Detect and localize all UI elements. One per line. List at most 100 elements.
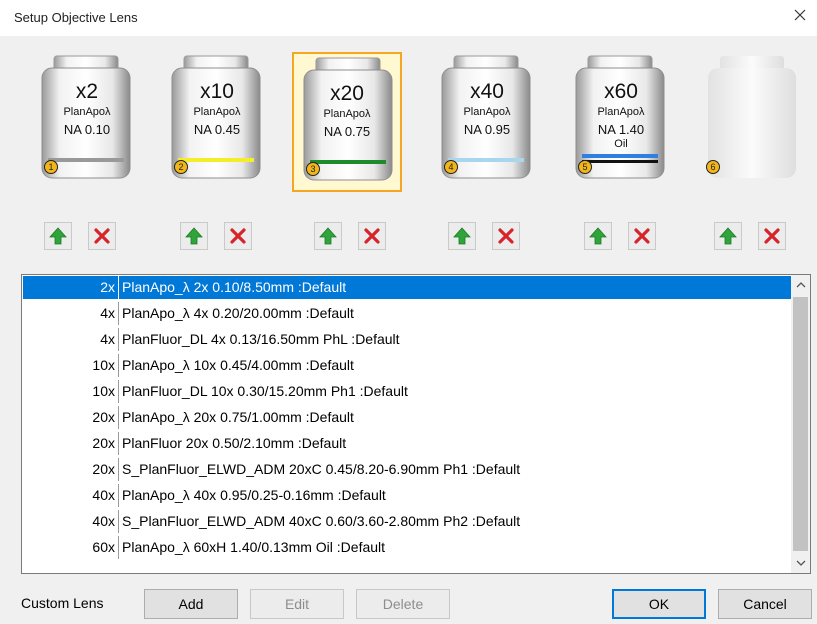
- lens-magnification: x10: [200, 80, 234, 103]
- green-up-arrow-icon: [185, 227, 203, 245]
- dialog-body: x2 PlanApoλ NA 0.10 1 x10 PlanApoλ NA 0.…: [0, 36, 817, 624]
- row-lens-name: PlanFluor 20x 0.50/2.10mm :Default: [122, 435, 347, 451]
- row-lens-name: PlanApo_λ 40x 0.95/0.25-0.16mm :Default: [122, 487, 386, 503]
- remove-button-slot-4[interactable]: [492, 222, 520, 250]
- vertical-scrollbar[interactable]: [791, 275, 810, 573]
- turret-slot-6[interactable]: 6: [698, 52, 808, 192]
- row-lens-name: PlanFluor_DL 4x 0.13/16.50mm PhL :Defaul…: [122, 331, 400, 347]
- window-title: Setup Objective Lens: [14, 10, 138, 25]
- row-magnification: 40x: [92, 487, 115, 503]
- column-separator: [118, 354, 119, 377]
- row-magnification: 4x: [100, 305, 115, 321]
- scrollbar-thumb[interactable]: [793, 297, 808, 551]
- close-icon[interactable]: [791, 6, 809, 24]
- column-separator: [118, 510, 119, 533]
- lens-list-row[interactable]: 60x PlanApo_λ 60xH 1.40/0.13mm Oil :Defa…: [23, 536, 791, 559]
- move-up-button-slot-5[interactable]: [584, 222, 612, 250]
- lens-list-row[interactable]: 10x PlanFluor_DL 10x 0.30/15.20mm Ph1 :D…: [23, 380, 791, 403]
- delete-button[interactable]: Delete: [356, 589, 450, 619]
- lens-list-row[interactable]: 10x PlanApo_λ 10x 0.45/4.00mm :Default: [23, 354, 791, 377]
- lens-type: PlanApoλ: [463, 106, 511, 118]
- lens-list-row[interactable]: 20x S_PlanFluor_ELWD_ADM 20xC 0.45/8.20-…: [23, 458, 791, 481]
- column-separator: [118, 536, 119, 559]
- red-x-icon: [498, 228, 514, 244]
- row-magnification: 10x: [92, 383, 115, 399]
- green-up-arrow-icon: [319, 227, 337, 245]
- ok-button[interactable]: OK: [612, 589, 706, 619]
- slot-number-badge: 3: [306, 162, 320, 176]
- lens-magnification: x20: [330, 82, 364, 105]
- lens-list-row[interactable]: 4x PlanApo_λ 4x 0.20/20.00mm :Default: [23, 302, 791, 325]
- lens-immersion: Oil: [614, 138, 628, 150]
- move-up-button-slot-6[interactable]: [714, 222, 742, 250]
- remove-button-slot-6[interactable]: [758, 222, 786, 250]
- slot-number-badge: 5: [578, 160, 592, 174]
- column-separator: [118, 302, 119, 325]
- turret-slot-5[interactable]: x60 PlanApoλ NA 1.40 Oil 5: [566, 52, 676, 192]
- lens-type: PlanApoλ: [597, 106, 645, 118]
- lens-magnification: x60: [604, 80, 638, 103]
- lens-list-row[interactable]: 20x PlanApo_λ 20x 0.75/1.00mm :Default: [23, 406, 791, 429]
- lens-listbox[interactable]: 2x PlanApo_λ 2x 0.10/8.50mm :Default 4x …: [21, 274, 811, 574]
- column-separator: [118, 432, 119, 455]
- row-magnification: 20x: [92, 409, 115, 425]
- lens-list-row[interactable]: 4x PlanFluor_DL 4x 0.13/16.50mm PhL :Def…: [23, 328, 791, 351]
- row-lens-name: PlanFluor_DL 10x 0.30/15.20mm Ph1 :Defau…: [122, 383, 408, 399]
- green-up-arrow-icon: [453, 227, 471, 245]
- lens-type: PlanApoλ: [323, 108, 371, 120]
- remove-button-slot-3[interactable]: [358, 222, 386, 250]
- lens-na: NA 1.40: [597, 122, 645, 137]
- scroll-down-arrow-icon[interactable]: [791, 553, 810, 573]
- lens-na: NA 0.95: [463, 122, 511, 137]
- lens-list-row[interactable]: 20x PlanFluor 20x 0.50/2.10mm :Default: [23, 432, 791, 455]
- slot-number-badge: 4: [444, 160, 458, 174]
- red-x-icon: [634, 228, 650, 244]
- row-magnification: 20x: [92, 435, 115, 451]
- row-magnification: 4x: [100, 331, 115, 347]
- row-magnification: 40x: [92, 513, 115, 529]
- lens-magnification: x2: [75, 80, 99, 103]
- turret-slot-1[interactable]: x2 PlanApoλ NA 0.10 1: [32, 52, 142, 192]
- column-separator: [118, 328, 119, 351]
- scroll-up-arrow-icon[interactable]: [791, 275, 810, 295]
- lens-magnification: x40: [470, 80, 504, 103]
- green-up-arrow-icon: [719, 227, 737, 245]
- column-separator: [118, 458, 119, 481]
- row-lens-name: S_PlanFluor_ELWD_ADM 40xC 0.60/3.60-2.80…: [122, 513, 521, 529]
- red-x-icon: [230, 228, 246, 244]
- move-up-button-slot-3[interactable]: [314, 222, 342, 250]
- remove-button-slot-1[interactable]: [88, 222, 116, 250]
- slot-number-badge: 1: [44, 160, 58, 174]
- row-lens-name: PlanApo_λ 10x 0.45/4.00mm :Default: [122, 357, 354, 373]
- slot-number-badge: 2: [174, 160, 188, 174]
- column-separator: [118, 406, 119, 429]
- row-lens-name: PlanApo_λ 20x 0.75/1.00mm :Default: [122, 409, 354, 425]
- lens-list-row[interactable]: 40x PlanApo_λ 40x 0.95/0.25-0.16mm :Defa…: [23, 484, 791, 507]
- custom-lens-label: Custom Lens: [21, 595, 104, 611]
- column-separator: [118, 380, 119, 403]
- row-lens-name: PlanApo_λ 60xH 1.40/0.13mm Oil :Default: [122, 539, 386, 555]
- row-magnification: 20x: [92, 461, 115, 477]
- turret-slot-2[interactable]: x10 PlanApoλ NA 0.45 2: [162, 52, 272, 192]
- remove-button-slot-2[interactable]: [224, 222, 252, 250]
- move-up-button-slot-4[interactable]: [448, 222, 476, 250]
- remove-button-slot-5[interactable]: [628, 222, 656, 250]
- move-up-button-slot-1[interactable]: [44, 222, 72, 250]
- lens-list-row[interactable]: 2x PlanApo_λ 2x 0.10/8.50mm :Default: [23, 276, 791, 299]
- lens-na: NA 0.75: [323, 124, 371, 139]
- turret-slot-4[interactable]: x40 PlanApoλ NA 0.95 4: [432, 52, 542, 192]
- edit-button[interactable]: Edit: [250, 589, 344, 619]
- row-magnification: 10x: [92, 357, 115, 373]
- lens-type: PlanApoλ: [193, 106, 241, 118]
- red-x-icon: [764, 228, 780, 244]
- lens-type: PlanApoλ: [63, 106, 111, 118]
- add-button[interactable]: Add: [144, 589, 238, 619]
- green-up-arrow-icon: [589, 227, 607, 245]
- column-separator: [118, 484, 119, 507]
- row-lens-name: PlanApo_λ 4x 0.20/20.00mm :Default: [122, 305, 354, 321]
- move-up-button-slot-2[interactable]: [180, 222, 208, 250]
- column-separator: [118, 276, 119, 299]
- cancel-button[interactable]: Cancel: [718, 589, 812, 619]
- lens-list-row[interactable]: 40x S_PlanFluor_ELWD_ADM 40xC 0.60/3.60-…: [23, 510, 791, 533]
- turret-slot-3[interactable]: x20 PlanApoλ NA 0.75 3: [292, 52, 402, 192]
